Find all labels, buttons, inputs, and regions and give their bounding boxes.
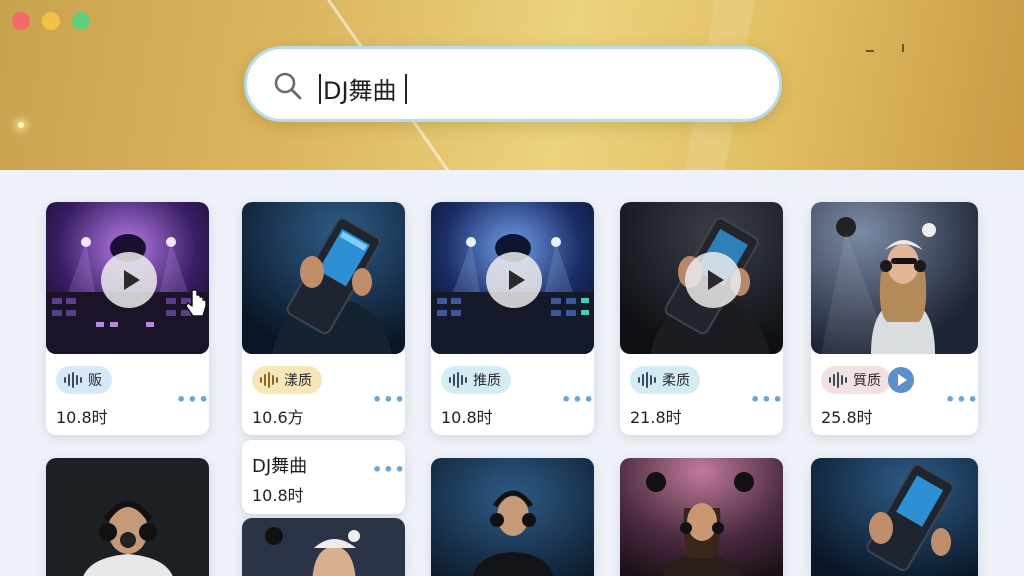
tag-label: 推质: [473, 373, 501, 389]
track-card[interactable]: [431, 458, 594, 576]
dj-headphones-image: [620, 458, 783, 576]
dj-headphones-image: [431, 458, 594, 576]
maximize-window-button[interactable]: [72, 12, 90, 30]
sound-wave-icon: [638, 372, 656, 388]
more-options-icon[interactable]: •••: [945, 390, 978, 409]
decor-mark: [866, 50, 874, 52]
duration-label: 25.8时: [821, 408, 873, 427]
close-window-button[interactable]: [12, 12, 30, 30]
tag-label: 漾质: [284, 373, 312, 389]
dj-controller-image: [242, 202, 405, 354]
sound-wave-icon: [64, 372, 82, 388]
quality-tag[interactable]: 質质: [821, 366, 891, 394]
thumbnail[interactable]: [811, 202, 978, 354]
play-button[interactable]: [888, 367, 914, 393]
search-bar[interactable]: DJ舞曲: [244, 46, 782, 122]
track-card[interactable]: 推质 10.8时 •••: [431, 202, 594, 435]
tag-label: 贩: [88, 373, 102, 389]
duration-label: 10.6方: [252, 408, 304, 427]
hand-cursor-icon: [185, 289, 207, 317]
play-button[interactable]: [685, 252, 741, 308]
thumbnail[interactable]: [242, 202, 405, 354]
quality-tag[interactable]: 推质: [441, 366, 511, 394]
thumbnail[interactable]: [431, 202, 594, 354]
more-options-icon[interactable]: •••: [750, 390, 783, 409]
more-options-icon[interactable]: •••: [372, 460, 405, 479]
quality-tag[interactable]: 柔质: [630, 366, 700, 394]
search-query: DJ舞曲: [323, 77, 397, 105]
more-options-icon[interactable]: •••: [372, 390, 405, 409]
search-input[interactable]: DJ舞曲: [317, 71, 409, 106]
track-card[interactable]: [242, 518, 405, 576]
track-card[interactable]: 漾质 10.6方 •••: [242, 202, 405, 435]
track-title: DJ舞曲: [252, 456, 308, 477]
dj-controller-image: [811, 458, 978, 576]
track-card[interactable]: [811, 458, 978, 576]
sparkle: [18, 122, 24, 128]
thumbnail[interactable]: [620, 202, 783, 354]
sound-wave-icon: [449, 372, 467, 388]
track-card[interactable]: 贩 10.8时 •••: [46, 202, 209, 435]
track-info-card[interactable]: DJ舞曲 ••• 10.8时: [242, 440, 405, 514]
track-card[interactable]: [620, 458, 783, 576]
minimize-window-button[interactable]: [42, 12, 60, 30]
sound-wave-icon: [260, 372, 278, 388]
duration-label: 21.8时: [630, 408, 682, 427]
track-card[interactable]: 柔质 21.8时 •••: [620, 202, 783, 435]
track-card[interactable]: [46, 458, 209, 576]
search-icon[interactable]: [271, 69, 305, 103]
duration-label: 10.8时: [56, 408, 108, 427]
dj-girl-image: [242, 518, 405, 576]
tag-label: 柔质: [662, 373, 690, 389]
sound-wave-icon: [829, 372, 847, 388]
play-button[interactable]: [486, 252, 542, 308]
quality-tag[interactable]: 漾质: [252, 366, 322, 394]
quality-tag[interactable]: 贩: [56, 366, 112, 394]
track-card[interactable]: 質质 25.8时 •••: [811, 202, 978, 435]
duration-label: 10.8时: [252, 486, 304, 505]
play-button[interactable]: [101, 252, 157, 308]
more-options-icon[interactable]: •••: [176, 390, 209, 409]
tag-label: 質质: [853, 373, 881, 389]
dj-girl-image: [811, 202, 978, 354]
thumbnail[interactable]: [46, 202, 209, 354]
duration-label: 10.8时: [441, 408, 493, 427]
dj-headphones-image: [46, 458, 209, 576]
text-caret: [404, 73, 407, 104]
more-options-icon[interactable]: •••: [561, 390, 594, 409]
text-caret: [319, 73, 321, 104]
decor-mark: [902, 44, 904, 52]
